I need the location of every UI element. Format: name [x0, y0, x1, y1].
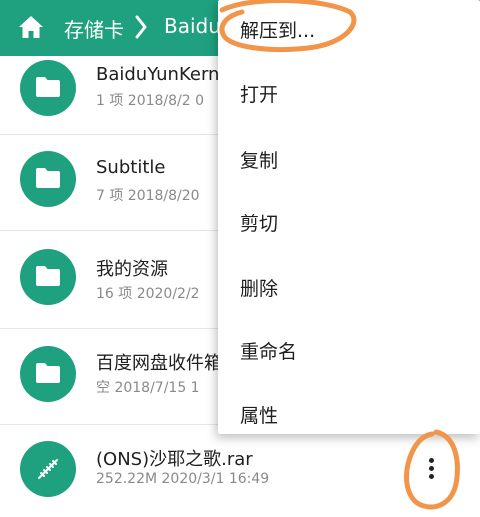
menu-item-extract-to[interactable]: 解压到...: [240, 16, 315, 43]
menu-item-open[interactable]: 打开: [240, 80, 278, 107]
chevron-right-icon: [135, 15, 147, 39]
file-name: 百度网盘收件箱: [96, 353, 222, 374]
breadcrumb-current-folder[interactable]: Baidu: [164, 14, 221, 38]
folder-icon: [20, 151, 76, 207]
file-name: (ONS)沙耶之歌.rar: [96, 449, 253, 470]
more-vert-icon[interactable]: [414, 448, 450, 488]
menu-item-rename[interactable]: 重命名: [240, 337, 297, 364]
file-name: 我的资源: [96, 259, 168, 280]
context-menu: 解压到... 打开 复制 剪切 删除 重命名 属性: [218, 0, 480, 434]
menu-item-delete[interactable]: 删除: [240, 274, 278, 301]
archive-icon: [20, 441, 76, 497]
home-icon[interactable]: [18, 15, 44, 39]
menu-item-cut[interactable]: 剪切: [240, 209, 278, 236]
menu-item-properties[interactable]: 属性: [240, 401, 278, 428]
file-meta: 1 项 2018/8/2 0: [96, 93, 205, 109]
folder-icon: [20, 249, 76, 305]
menu-item-copy[interactable]: 复制: [240, 146, 278, 173]
folder-icon: [20, 60, 76, 116]
file-name: BaiduYunKern: [96, 64, 220, 85]
file-meta: 16 项 2020/2/2: [96, 286, 200, 302]
list-item[interactable]: (ONS)沙耶之歌.rar 252.22M 2020/3/1 16:49: [0, 425, 480, 517]
file-meta: 252.22M 2020/3/1 16:49: [96, 471, 270, 487]
folder-icon: [20, 346, 76, 402]
breadcrumb-storage[interactable]: 存储卡: [64, 14, 124, 43]
file-meta: 7 项 2018/8/20: [96, 188, 200, 204]
file-meta: 空 2018/7/15 1: [96, 380, 200, 396]
file-name: Subtitle: [96, 157, 166, 178]
